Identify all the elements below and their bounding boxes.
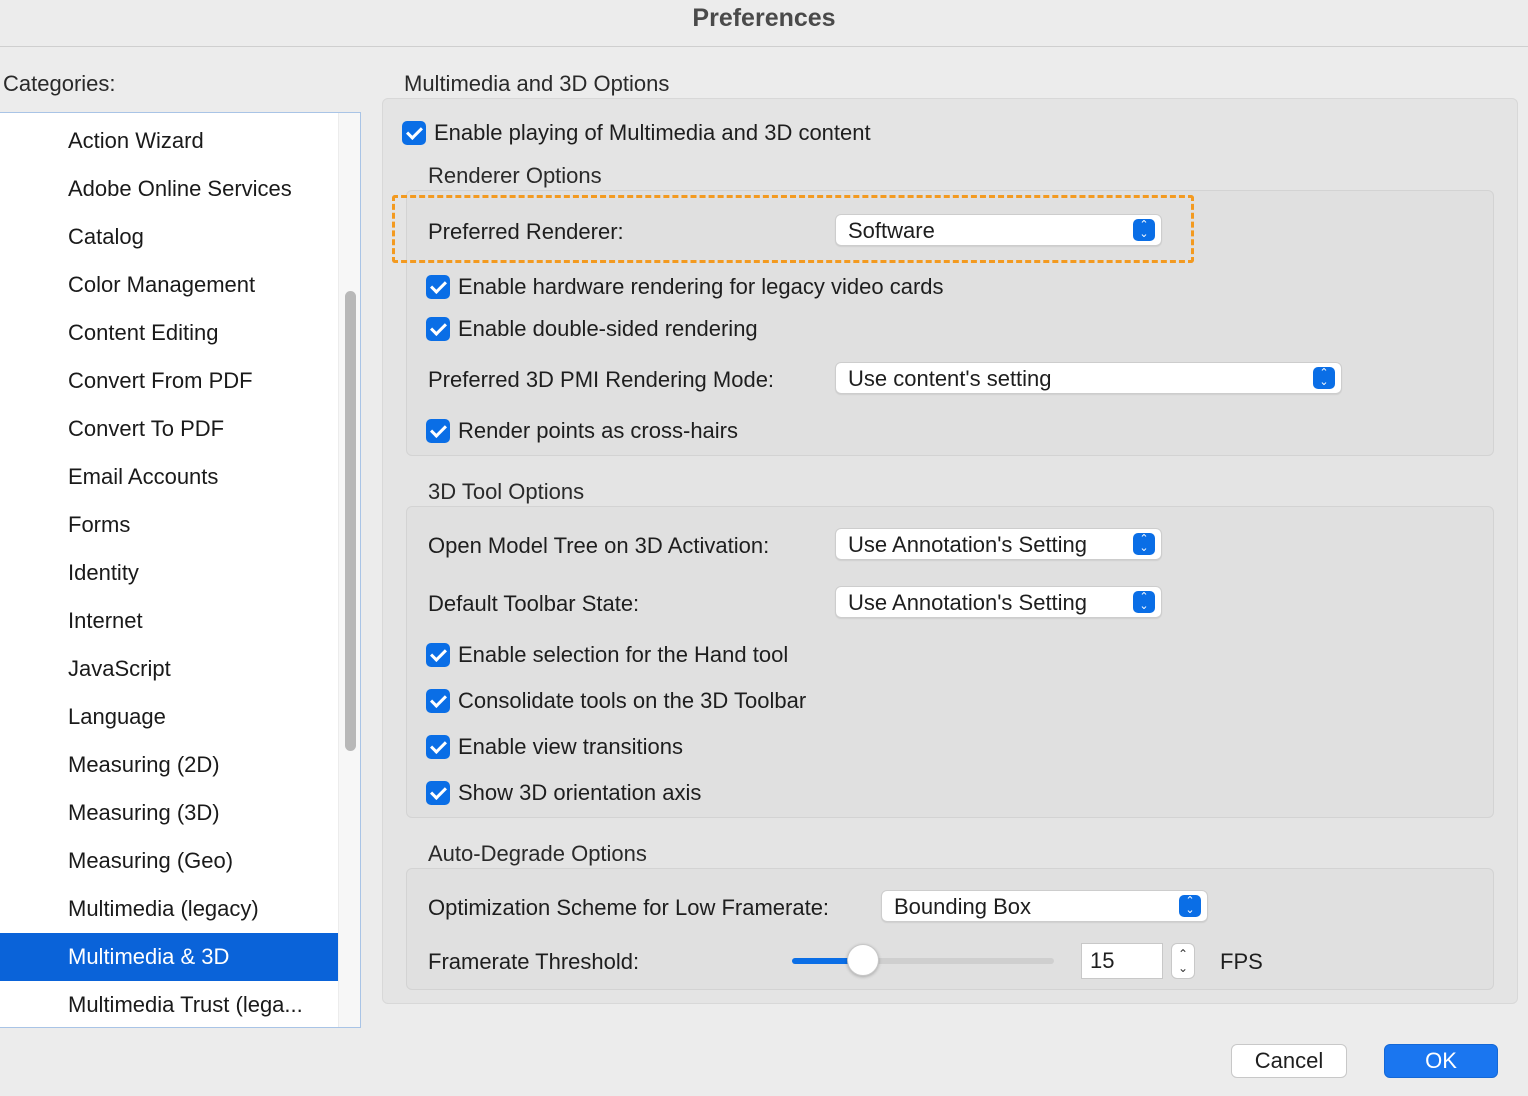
categories-list[interactable]: Action Wizard Adobe Online Services Cata… [0, 112, 361, 1028]
category-item-email-accounts[interactable]: Email Accounts [0, 453, 338, 501]
cancel-button[interactable]: Cancel [1231, 1044, 1347, 1078]
category-item-action-wizard[interactable]: Action Wizard [0, 117, 338, 165]
category-item-convert-from-pdf[interactable]: Convert From PDF [0, 357, 338, 405]
double-sided-checkbox[interactable] [426, 317, 450, 341]
category-item-catalog[interactable]: Catalog [0, 213, 338, 261]
chevron-up-down-icon: ⌃ ⌄ [1133, 591, 1155, 613]
category-item-multimedia-trust[interactable]: Multimedia Trust (lega... [0, 981, 338, 1027]
ok-button[interactable]: OK [1384, 1044, 1498, 1078]
category-item-language[interactable]: Language [0, 693, 338, 741]
pmi-mode-label: Preferred 3D PMI Rendering Mode: [428, 367, 775, 392]
chevron-down-icon[interactable]: ⌄ [1178, 961, 1188, 975]
optimization-scheme-select[interactable]: Bounding Box ⌃ ⌄ [881, 890, 1208, 922]
model-tree-label: Open Model Tree on 3D Activation: [428, 533, 770, 558]
hand-tool-checkbox[interactable] [426, 643, 450, 667]
model-tree-select[interactable]: Use Annotation's Setting ⌃ ⌄ [835, 528, 1162, 560]
hw-legacy-label: Enable hardware rendering for legacy vid… [458, 274, 944, 299]
categories-scrollbar[interactable] [338, 113, 360, 1027]
annotation-highlight [392, 195, 1194, 263]
window-title: Preferences [692, 4, 836, 32]
toolbar-state-select[interactable]: Use Annotation's Setting ⌃ ⌄ [835, 586, 1162, 618]
view-transitions-checkbox[interactable] [426, 735, 450, 759]
category-item-measuring-3d[interactable]: Measuring (3D) [0, 789, 338, 837]
tool-options-title: 3D Tool Options [428, 479, 585, 504]
enable-playing-label: Enable playing of Multimedia and 3D cont… [434, 120, 871, 145]
categories-label: Categories: [3, 71, 116, 96]
categories-scroll-thumb[interactable] [345, 291, 356, 751]
optimization-scheme-value: Bounding Box [894, 894, 1031, 919]
pmi-mode-select[interactable]: Use content's setting ⌃ ⌄ [835, 362, 1342, 394]
consolidate-checkbox[interactable] [426, 689, 450, 713]
category-item-measuring-2d[interactable]: Measuring (2D) [0, 741, 338, 789]
renderer-options-title: Renderer Options [428, 163, 602, 188]
toolbar-state-value: Use Annotation's Setting [848, 590, 1088, 615]
framerate-slider-knob[interactable] [846, 944, 879, 976]
double-sided-label: Enable double-sided rendering [458, 316, 758, 341]
category-item-identity[interactable]: Identity [0, 549, 338, 597]
framerate-threshold-input[interactable]: 15 [1081, 943, 1163, 979]
view-transitions-label: Enable view transitions [458, 734, 684, 759]
category-item-measuring-geo[interactable]: Measuring (Geo) [0, 837, 338, 885]
chevron-up-down-icon: ⌃ ⌄ [1313, 367, 1335, 389]
category-item-multimedia-3d[interactable]: Multimedia & 3D [0, 933, 338, 981]
category-item-multimedia-legacy[interactable]: Multimedia (legacy) [0, 885, 338, 933]
framerate-stepper[interactable]: ⌃ ⌄ [1171, 943, 1195, 979]
category-item-content-editing[interactable]: Content Editing [0, 309, 338, 357]
hand-tool-label: Enable selection for the Hand tool [458, 642, 789, 667]
chevron-up-down-icon: ⌃ ⌄ [1179, 895, 1201, 917]
category-item-color-management[interactable]: Color Management [0, 261, 338, 309]
model-tree-value: Use Annotation's Setting [848, 532, 1088, 557]
category-item-forms[interactable]: Forms [0, 501, 338, 549]
pmi-mode-value: Use content's setting [848, 366, 1052, 391]
cross-hairs-label: Render points as cross-hairs [458, 418, 739, 443]
main-section-title: Multimedia and 3D Options [404, 71, 670, 96]
auto-degrade-title: Auto-Degrade Options [428, 841, 647, 866]
orientation-axis-label: Show 3D orientation axis [458, 780, 702, 805]
category-item-convert-to-pdf[interactable]: Convert To PDF [0, 405, 338, 453]
chevron-up-icon[interactable]: ⌃ [1178, 947, 1188, 961]
title-bar: Preferences [0, 0, 1528, 47]
hw-legacy-checkbox[interactable] [426, 275, 450, 299]
orientation-axis-checkbox[interactable] [426, 781, 450, 805]
framerate-threshold-label: Framerate Threshold: [428, 949, 640, 974]
enable-playing-checkbox[interactable] [402, 121, 426, 145]
chevron-up-down-icon: ⌃ ⌄ [1133, 533, 1155, 555]
category-item-javascript[interactable]: JavaScript [0, 645, 338, 693]
fps-unit-label: FPS [1220, 949, 1263, 974]
category-item-adobe-online-services[interactable]: Adobe Online Services [0, 165, 338, 213]
framerate-slider-track[interactable] [792, 958, 1054, 964]
category-item-internet[interactable]: Internet [0, 597, 338, 645]
consolidate-label: Consolidate tools on the 3D Toolbar [458, 688, 807, 713]
toolbar-state-label: Default Toolbar State: [428, 591, 640, 616]
cross-hairs-checkbox[interactable] [426, 419, 450, 443]
optimization-scheme-label: Optimization Scheme for Low Framerate: [428, 895, 830, 920]
